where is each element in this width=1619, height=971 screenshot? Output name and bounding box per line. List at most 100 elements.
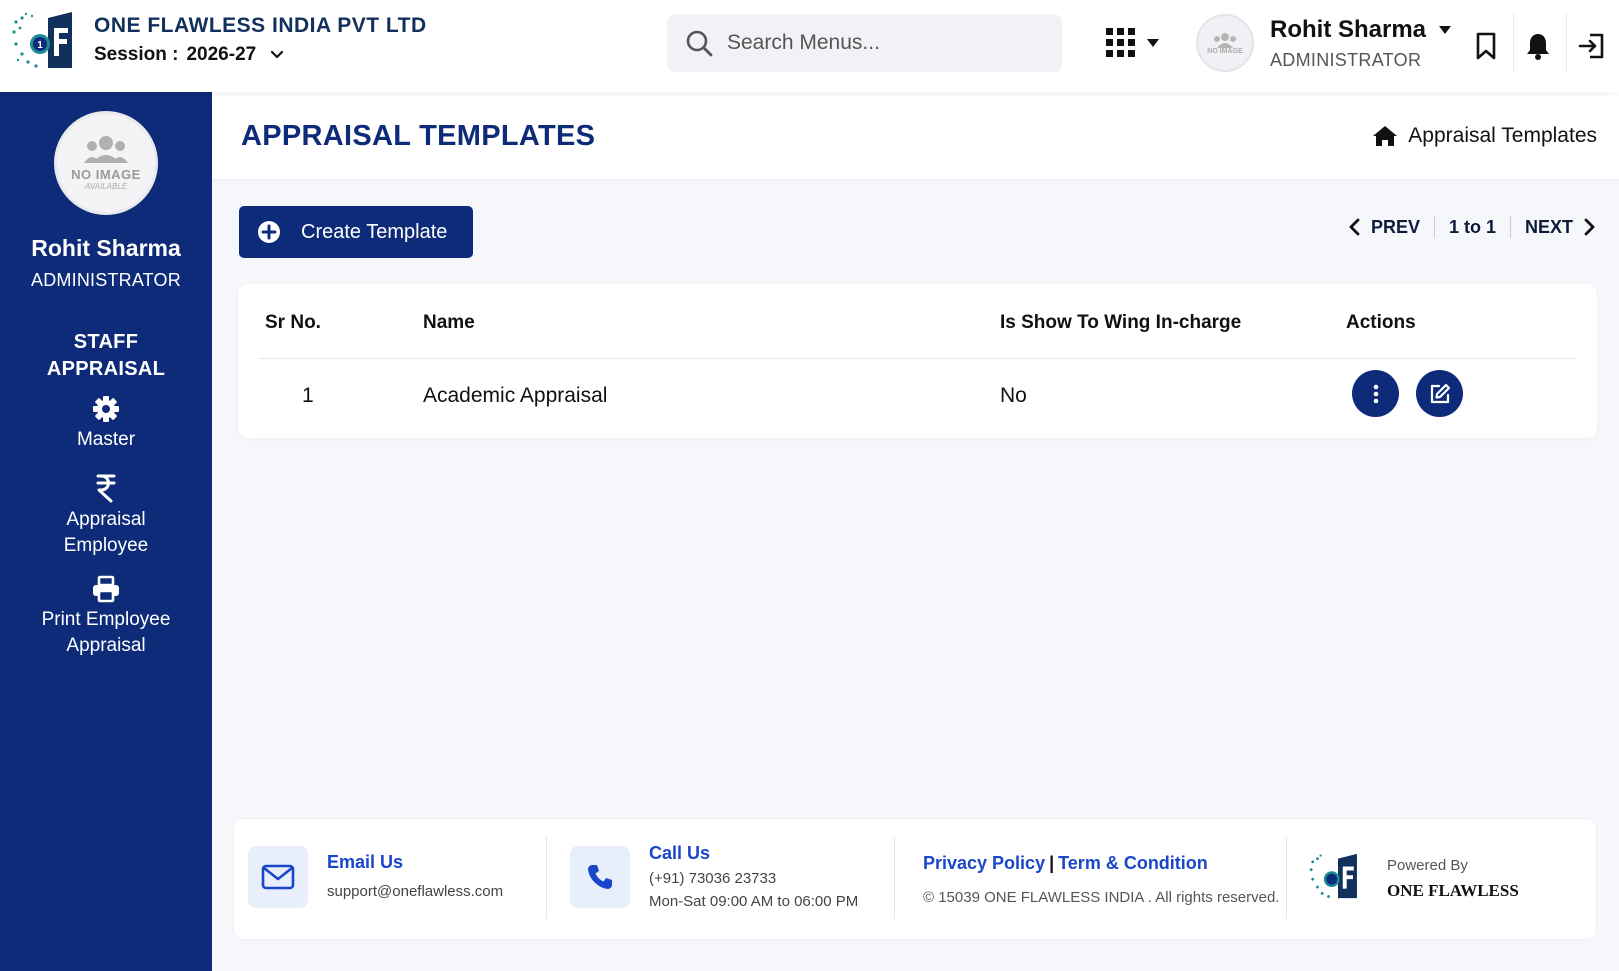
column-header-actions: Actions — [1346, 312, 1416, 333]
email-icon-box — [248, 846, 308, 908]
search-box[interactable] — [667, 14, 1062, 72]
header-divider — [1513, 14, 1514, 72]
powered-by-label: Powered By — [1387, 857, 1468, 874]
sidebar: NO IMAGE AVAILABLE Rohit Sharma ADMINIST… — [0, 92, 212, 971]
chevron-down-icon — [271, 50, 284, 59]
search-icon — [686, 30, 713, 57]
brand: 1 ONE FLAWLESS INDIA PVT LTD Session : 2… — [10, 8, 427, 72]
sidebar-item-appraisal-employee[interactable]: Appraisal Employee — [0, 473, 212, 559]
logout-button[interactable] — [1572, 26, 1612, 66]
avatar-subtext: AVAILABLE — [84, 182, 128, 191]
call-phone[interactable]: (+91) 73036 23733 — [649, 870, 776, 887]
phone-icon-box — [570, 846, 630, 908]
column-header-show-to-wing: Is Show To Wing In-charge — [1000, 312, 1242, 333]
printer-icon — [93, 575, 119, 603]
privacy-policy-link[interactable]: Privacy Policy — [923, 853, 1045, 874]
row-divider — [258, 358, 1577, 359]
caret-down-icon — [1439, 25, 1452, 34]
sidebar-avatar: NO IMAGE AVAILABLE — [54, 111, 158, 215]
copyright: © 15039 ONE FLAWLESS INDIA . All rights … — [923, 889, 1280, 906]
plus-circle-icon — [258, 221, 280, 243]
legal-links: Privacy Policy | Term & Condition — [923, 853, 1208, 874]
home-icon — [1373, 126, 1398, 146]
chevron-left-icon — [1349, 218, 1360, 236]
pager-divider — [1433, 216, 1435, 238]
prev-label: PREV — [1370, 216, 1420, 237]
top-header: 1 ONE FLAWLESS INDIA PVT LTD Session : 2… — [0, 0, 1619, 92]
edit-icon — [1430, 383, 1450, 403]
user-name: Rohit Sharma — [1270, 15, 1427, 43]
label-line: Print Employee — [41, 609, 171, 630]
cell-show-to-wing: No — [1000, 384, 1027, 407]
section-title-line: APPRAISAL — [46, 358, 166, 380]
bookmark-button[interactable] — [1466, 26, 1506, 66]
prev-button[interactable]: PREV — [1347, 217, 1420, 238]
notifications-button[interactable] — [1518, 26, 1558, 66]
people-placeholder-icon — [1214, 32, 1236, 48]
pagination: PREV 1 to 1 NEXT — [1347, 216, 1597, 238]
grid-icon — [1106, 28, 1135, 57]
page-header: APPRAISAL TEMPLATES Appraisal Templates — [212, 92, 1619, 180]
svg-text:1: 1 — [37, 40, 43, 51]
column-header-name: Name — [423, 312, 475, 333]
user-menu[interactable]: NO IMAGE Rohit Sharma ADMINISTRATOR — [1196, 14, 1452, 72]
kebab-menu-icon — [1373, 384, 1378, 403]
email-title: Email Us — [327, 852, 404, 872]
sidebar-item-master[interactable]: Master — [0, 395, 212, 453]
one-flawless-logo — [1309, 853, 1357, 899]
call-title: Call Us — [649, 843, 711, 863]
edit-button[interactable] — [1416, 370, 1463, 417]
company-name: ONE FLAWLESS INDIA PVT LTD — [94, 14, 427, 37]
session-selector[interactable]: Session : 2026-27 — [94, 44, 427, 66]
people-placeholder-icon — [84, 136, 128, 163]
phone-icon — [588, 865, 612, 889]
sidebar-item-label: Print Employee Appraisal — [0, 607, 212, 659]
sidebar-item-print-employee-appraisal[interactable]: Print Employee Appraisal — [0, 575, 212, 659]
gear-icon — [93, 396, 119, 422]
powered-by-name: ONE FLAWLESS — [1387, 881, 1519, 900]
page-range: 1 to 1 — [1448, 216, 1496, 237]
sidebar-item-label: Appraisal Employee — [0, 507, 212, 559]
company-logo: 1 — [10, 8, 86, 72]
more-actions-button[interactable] — [1352, 370, 1399, 417]
cell-name: Academic Appraisal — [423, 384, 608, 407]
cell-sr-no: 1 — [302, 384, 314, 407]
avatar-text: NO IMAGE — [71, 167, 141, 182]
rupee-icon — [96, 474, 116, 503]
footer: Email Us support@oneflawless.com Call Us… — [233, 818, 1597, 940]
session-value: 2026-27 — [186, 44, 257, 65]
table-header: Sr No. Name Is Show To Wing In-charge Ac… — [238, 284, 1597, 358]
avatar-text: NO IMAGE — [1207, 47, 1243, 55]
next-button[interactable]: NEXT — [1525, 217, 1597, 238]
create-template-button[interactable]: Create Template — [239, 206, 473, 258]
chevron-right-icon — [1584, 218, 1595, 236]
footer-divider — [894, 837, 895, 919]
user-role: ADMINISTRATOR — [1270, 49, 1422, 70]
label-line: Appraisal — [66, 509, 146, 530]
footer-divider — [1286, 837, 1287, 919]
label-line: Employee — [63, 535, 149, 556]
search-input[interactable] — [727, 31, 1027, 55]
terms-link[interactable]: Term & Condition — [1058, 853, 1208, 874]
sidebar-section-title: STAFF APPRAISAL — [0, 329, 212, 383]
apps-menu-button[interactable] — [1106, 28, 1160, 58]
logout-icon — [1578, 33, 1604, 59]
column-header-sr-no: Sr No. — [265, 312, 321, 333]
breadcrumb[interactable]: Appraisal Templates — [1372, 124, 1597, 148]
email-link[interactable]: support@oneflawless.com — [327, 883, 503, 900]
powered-by-logo — [1308, 849, 1368, 908]
label-line: Appraisal — [66, 635, 146, 656]
session-label: Session : — [94, 44, 179, 65]
sidebar-user-name: Rohit Sharma — [31, 235, 181, 261]
caret-down-icon — [1147, 39, 1159, 47]
bell-icon — [1527, 34, 1549, 60]
envelope-icon — [261, 864, 295, 890]
section-title-line: STAFF — [73, 331, 139, 353]
header-divider — [1566, 14, 1567, 72]
call-hours: Mon-Sat 09:00 AM to 06:00 PM — [649, 893, 859, 910]
templates-table: Sr No. Name Is Show To Wing In-charge Ac… — [238, 284, 1597, 438]
sidebar-item-label: Master — [76, 429, 136, 450]
create-template-label: Create Template — [301, 220, 448, 243]
next-label: NEXT — [1524, 216, 1573, 237]
sidebar-user-role: ADMINISTRATOR — [31, 270, 181, 290]
